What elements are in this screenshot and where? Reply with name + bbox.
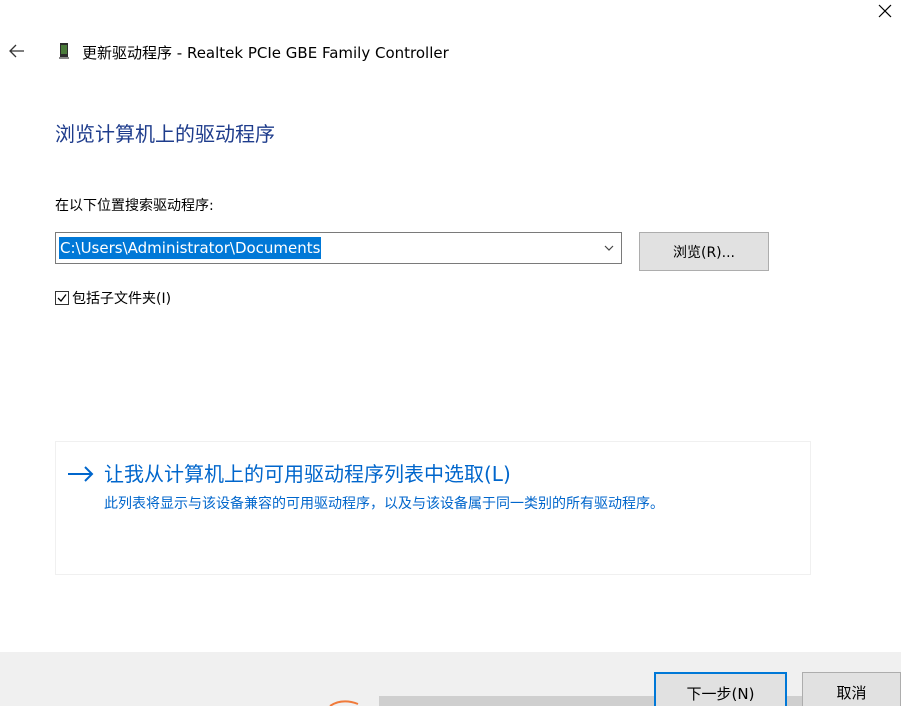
page-heading: 浏览计算机上的驱动程序 bbox=[55, 122, 275, 146]
arrow-right-icon bbox=[68, 466, 94, 482]
next-button[interactable]: 下一步(N) bbox=[654, 672, 787, 706]
include-subfolders-checkbox[interactable]: 包括子文件夹(I) bbox=[55, 289, 171, 307]
close-icon bbox=[878, 4, 891, 18]
next-button-label: 下一步(N) bbox=[686, 685, 755, 703]
pick-from-list-description: 此列表将显示与该设备兼容的可用驱动程序，以及与该设备属于同一类别的所有驱动程序。 bbox=[104, 496, 664, 512]
cancel-button[interactable]: 取消 bbox=[802, 672, 901, 706]
taskbar-fragment-icon bbox=[329, 700, 359, 706]
include-subfolders-label: 包括子文件夹(I) bbox=[72, 291, 172, 307]
window-title: 更新驱动程序 - Realtek PCIe GBE Family Control… bbox=[82, 44, 449, 62]
pick-from-list-option[interactable]: 让我从计算机上的可用驱动程序列表中选取(L) 此列表将显示与该设备兼容的可用驱动… bbox=[55, 441, 811, 575]
browse-button[interactable]: 浏览(R)... bbox=[639, 232, 769, 271]
back-button[interactable] bbox=[6, 38, 28, 64]
back-arrow-icon bbox=[9, 44, 24, 58]
search-path-value[interactable]: C:\Users\Administrator\Documents bbox=[59, 237, 322, 259]
title-bar: 更新驱动程序 - Realtek PCIe GBE Family Control… bbox=[0, 38, 860, 64]
search-path-combobox[interactable]: C:\Users\Administrator\Documents bbox=[55, 232, 622, 264]
pick-from-list-title[interactable]: 让我从计算机上的可用驱动程序列表中选取(L) bbox=[104, 458, 511, 487]
browse-button-label: 浏览(R)... bbox=[672, 244, 735, 261]
checkbox-box[interactable] bbox=[55, 291, 69, 305]
checkmark-icon bbox=[57, 294, 67, 302]
close-button[interactable] bbox=[868, 0, 901, 22]
cancel-button-label: 取消 bbox=[836, 684, 867, 702]
search-location-label: 在以下位置搜索驱动程序: bbox=[55, 198, 214, 214]
network-adapter-icon bbox=[59, 43, 69, 59]
chevron-down-icon[interactable] bbox=[603, 242, 615, 254]
